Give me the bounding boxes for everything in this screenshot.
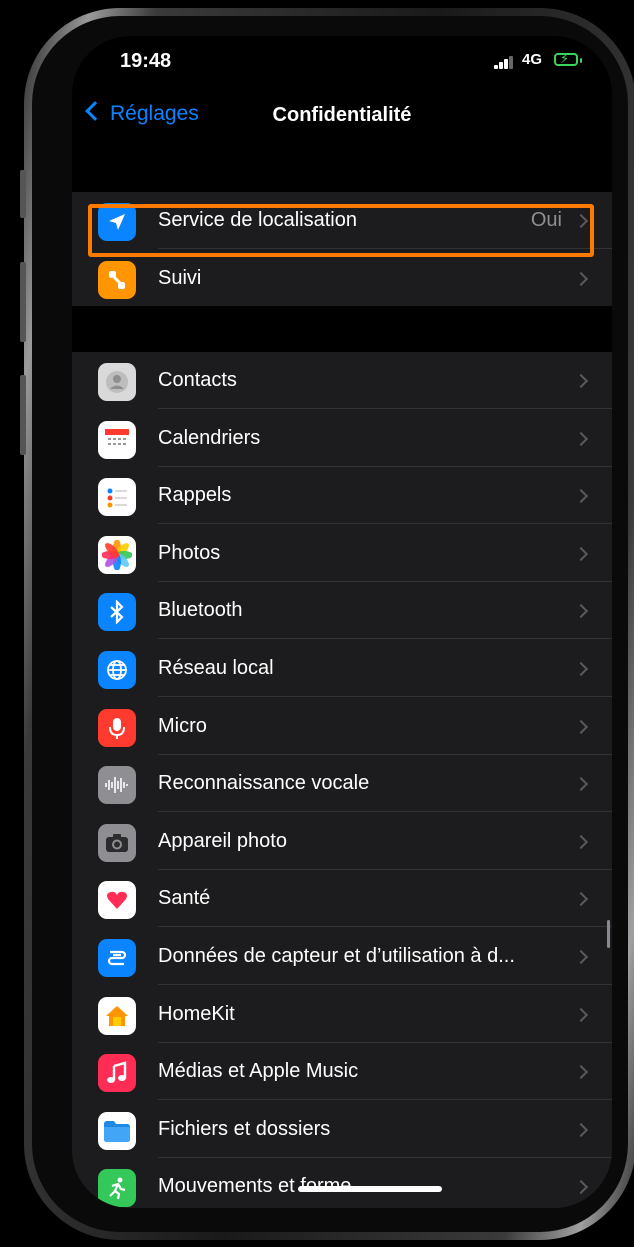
row-label: Reconnaissance vocale [158, 772, 370, 795]
photos-icon [98, 535, 136, 574]
settings-row[interactable]: Contacts [72, 352, 612, 409]
sensor-icon [98, 939, 136, 977]
chevron-right-icon [573, 892, 589, 907]
location-arrow-icon [98, 203, 136, 241]
chevron-right-icon [573, 1065, 589, 1080]
row-label: Fichiers et dossiers [158, 1117, 331, 1140]
calendar-icon [98, 420, 136, 459]
row-label: Service de localisation [158, 209, 357, 231]
chevron-right-icon [573, 604, 589, 619]
settings-row[interactable]: Fichiers et dossiers [72, 1101, 612, 1158]
camera-icon [98, 823, 136, 862]
signal-icon [494, 56, 514, 69]
status-time: 19:48 [120, 50, 172, 72]
row-label: Photos [158, 541, 221, 564]
location-tracking-section: Service de localisation Oui Suivi [72, 192, 612, 306]
home-indicator[interactable] [298, 1186, 442, 1192]
charging-bolt-icon: ⚡ [560, 51, 570, 66]
row-label: Rappels [158, 484, 232, 507]
network-label: 4G [522, 51, 543, 68]
settings-row[interactable]: Rappels [72, 467, 612, 525]
chevron-right-icon [573, 1007, 589, 1022]
row-value: Oui [530, 209, 562, 231]
settings-row[interactable]: Réseau local [72, 640, 612, 697]
chevron-right-icon [573, 373, 589, 389]
settings-row[interactable]: Reconnaissance vocale [72, 755, 612, 813]
row-label: Bluetooth [158, 599, 243, 622]
settings-row[interactable]: HomeKit [72, 986, 612, 1043]
settings-row[interactable]: Médias et Apple Music [72, 1043, 612, 1101]
volume-down-button [20, 375, 26, 455]
bluetooth-icon [98, 593, 136, 632]
scroll-indicator[interactable] [607, 920, 610, 948]
microphone-icon [98, 708, 136, 747]
section-gap [72, 148, 612, 192]
reminders-icon [98, 478, 136, 517]
chevron-right-icon [573, 777, 589, 792]
volume-up-button [20, 262, 26, 342]
privacy-permissions-section: Contacts Calendriers Rappels Photos Bluetoot… [72, 352, 612, 1208]
row-label: Santé [158, 887, 211, 910]
row-label: Calendriers [158, 426, 261, 449]
chevron-right-icon [573, 271, 589, 286]
heart-icon [98, 881, 136, 920]
chevron-right-icon [573, 834, 589, 849]
top-bar: 19:48 4G ⚡ Réglages Confidentialité [72, 36, 612, 148]
chevron-right-icon [573, 489, 589, 504]
battery-icon: ⚡ [554, 51, 582, 66]
row-label: Micro [158, 714, 207, 737]
chevron-right-icon [573, 213, 589, 229]
chevron-right-icon [573, 661, 589, 677]
row-label: Suivi [158, 266, 202, 289]
settings-row[interactable]: Données de capteur et d’utilisation à d.… [72, 928, 612, 985]
settings-row[interactable]: Service de localisation Oui [72, 192, 612, 249]
fitness-icon [98, 1169, 136, 1208]
page-title: Confidentialité [272, 104, 412, 126]
music-icon [98, 1054, 136, 1093]
settings-row[interactable]: Suivi [72, 250, 612, 307]
chevron-right-icon [573, 1180, 589, 1195]
row-label: Données de capteur et d’utilisation à d.… [158, 945, 515, 967]
folder-icon [98, 1111, 136, 1150]
settings-row[interactable]: Santé [72, 870, 612, 928]
settings-row[interactable]: Mouvements et forme [72, 1158, 612, 1208]
mute-switch [20, 170, 26, 218]
row-label: Contacts [158, 369, 237, 391]
contacts-icon [98, 363, 136, 401]
screen: 19:48 4G ⚡ Réglages Confidentialité Serv… [72, 36, 612, 1208]
chevron-right-icon [573, 431, 589, 446]
row-label: Appareil photo [158, 829, 287, 852]
settings-row[interactable]: Calendriers [72, 410, 612, 467]
row-label: Réseau local [158, 657, 274, 679]
section-gap [72, 306, 612, 352]
chevron-right-icon [573, 949, 589, 965]
globe-icon [98, 651, 136, 689]
row-label: Médias et Apple Music [158, 1060, 359, 1083]
settings-row[interactable]: Photos [72, 525, 612, 582]
settings-row[interactable]: Bluetooth [72, 582, 612, 640]
settings-row[interactable]: Micro [72, 698, 612, 755]
chevron-right-icon [573, 546, 589, 561]
chevron-right-icon [573, 1122, 589, 1137]
home-icon [98, 996, 136, 1035]
tracking-icon [98, 260, 136, 299]
chevron-right-icon [573, 719, 589, 734]
settings-row[interactable]: Appareil photo [72, 813, 612, 870]
waveform-icon [98, 766, 136, 805]
row-label: HomeKit [158, 1002, 235, 1025]
